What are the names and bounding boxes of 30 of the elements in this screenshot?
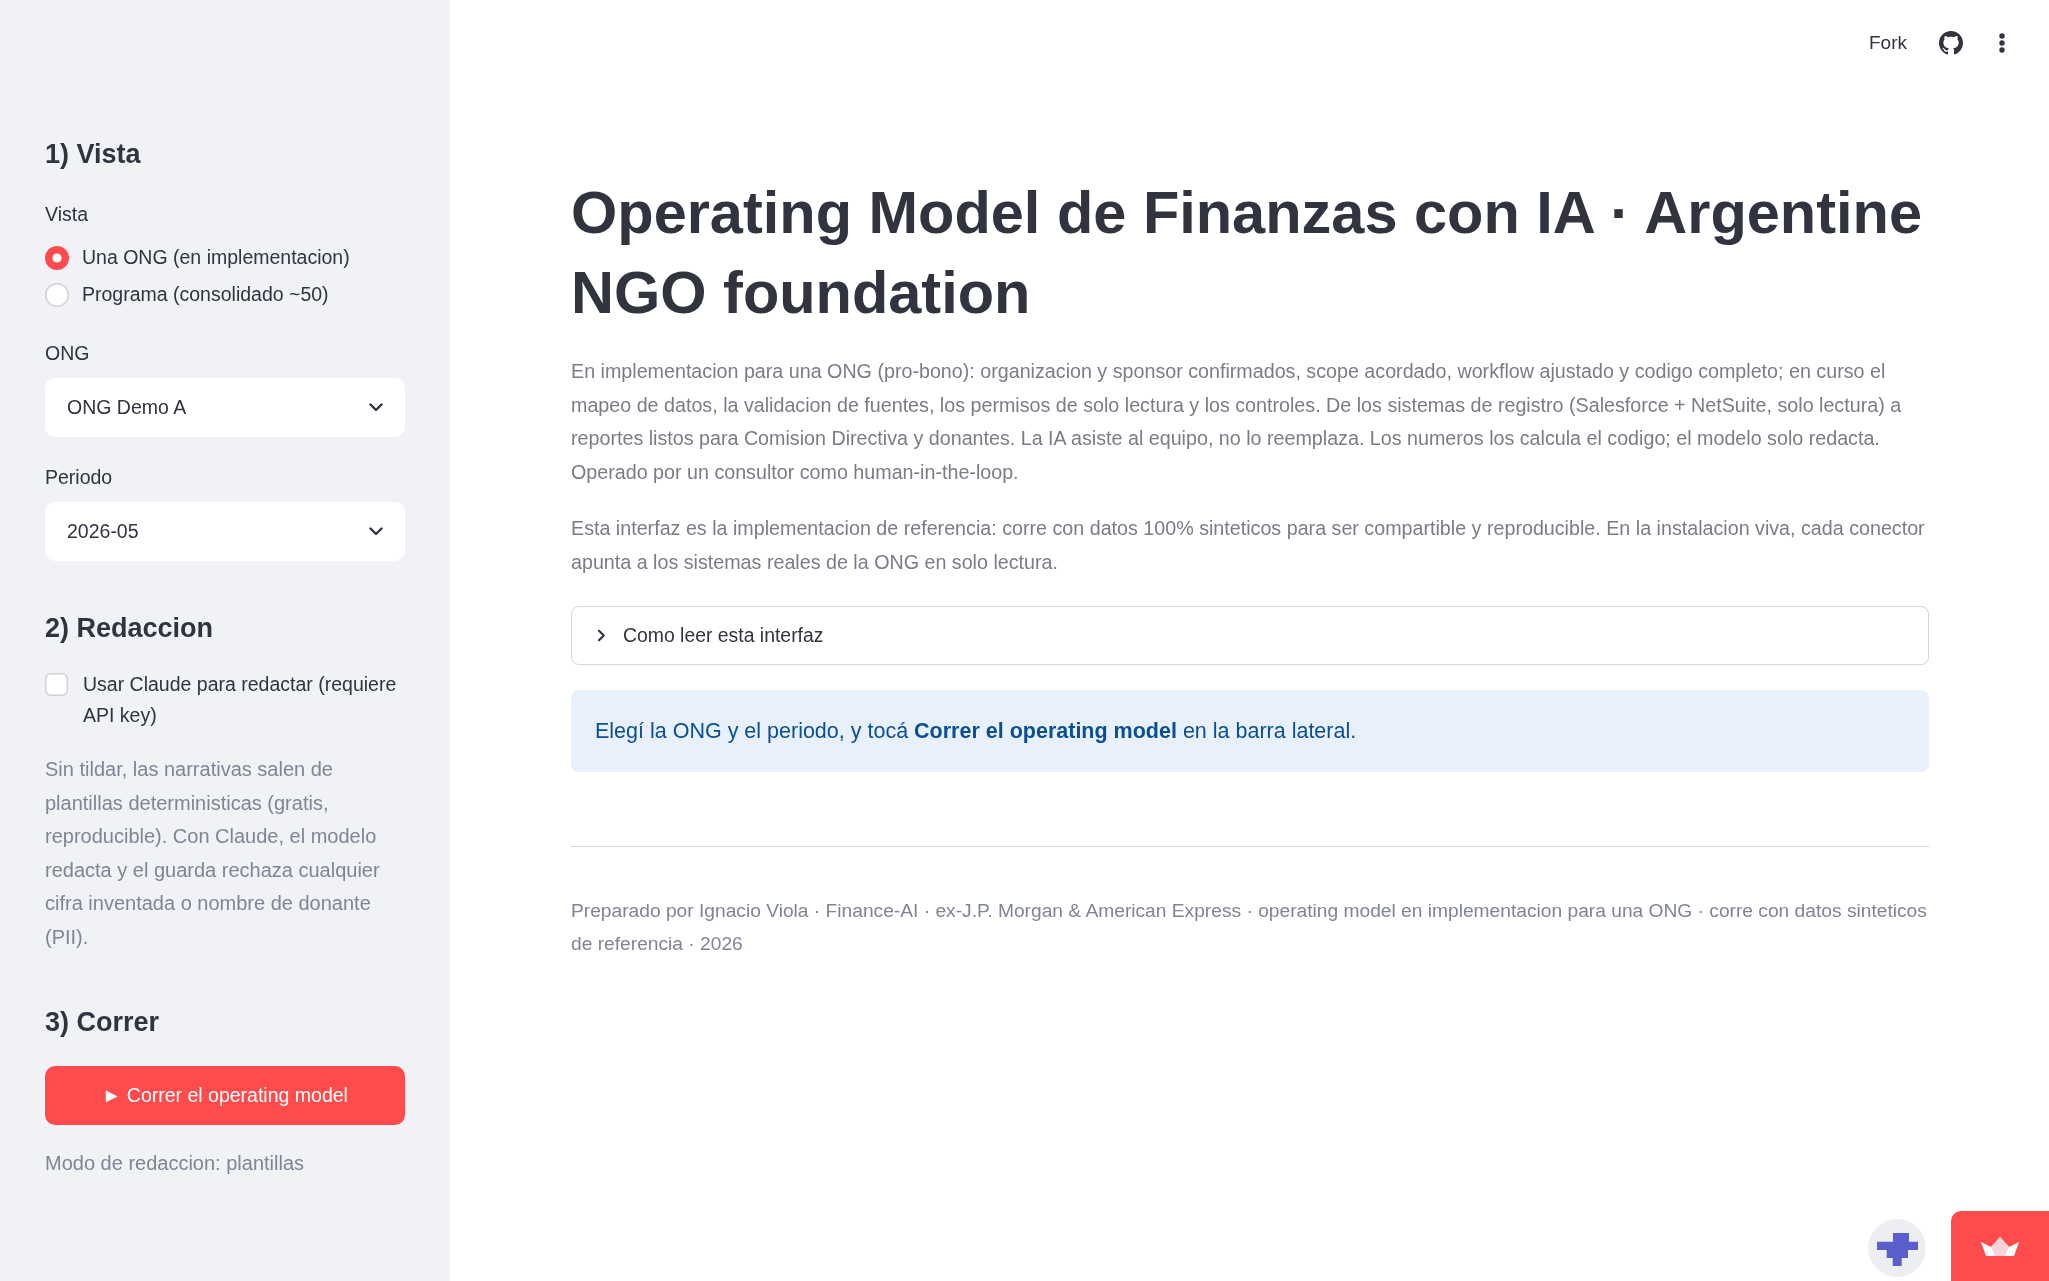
info-message: Elegí la ONG y el periodo, y tocá Correr el operating model en la barra lateral. <box>571 690 1929 772</box>
fork-link[interactable]: Fork <box>1869 32 1907 54</box>
menu-icon[interactable] <box>1999 33 2005 53</box>
caption-text: Modo de redaccion: plantillas <box>45 1150 306 1176</box>
github-icon[interactable] <box>1939 31 1963 55</box>
radio-icon[interactable] <box>45 282 69 307</box>
caption-text: Sin tildar, las narrativas salen de plantillas deterministicas (gratis, reproducible). Con Claude, el modelo redacta y el guarda rechaza cualquier cifra inventada o nombre de donante (PII). <box>45 757 381 950</box>
intro-paragraph: En implementacion para una ONG (pro-bono): organizacion y sponsor confirmados, scope acordado, workflow ajustado y codigo completo; en curso el mapeo de datos, la validacion de fuentes, los permisos de solo lectura y los controles. De los sistemas de registro (Salesforce + NetSuite, solo lectura) a reportes listos para Comision Directiva y donantes. La IA asiste al equipo, no lo reemplaza. Los numeros los calcula el codigo; el modelo solo redacta. Operado por un consultor como human-in-the-loop. <box>571 359 1903 485</box>
section-heading: 1) Vista <box>45 138 141 170</box>
chevron-down-icon <box>369 403 383 412</box>
intro-paragraph: Esta interfaz es la implementacion de referencia: corre con datos 100% sinteticos para ser compartible y reproducible. En la instalacion viva, cada conector apunta a los sistemas reales de la ONG en solo lectura. <box>571 516 1926 575</box>
field-label: Vista <box>45 202 88 226</box>
field-label: Periodo <box>45 465 113 489</box>
floating-tab-button[interactable] <box>1951 1211 2049 1281</box>
checkbox-icon[interactable] <box>45 673 68 696</box>
pixel-cross-icon[interactable] <box>1868 1219 1926 1277</box>
dropdown[interactable]: 2026-05 <box>45 502 405 561</box>
crown-icon <box>1981 1236 2019 1256</box>
checkbox-option[interactable]: Usar Claude para redactar (requiere API key) <box>45 669 405 731</box>
expander-toggle[interactable]: Como leer esta interfaz <box>571 606 1929 665</box>
dropdown[interactable]: ONG Demo A <box>45 378 405 437</box>
radio-option[interactable]: Una ONG (en implementacion) <box>45 239 350 276</box>
radio-option[interactable]: Programa (consolidado ~50) <box>45 276 329 313</box>
field-label: ONG <box>45 341 90 365</box>
section-heading: 2) Redaccion <box>45 612 214 644</box>
page-title: Operating Model de Finanzas con IA · Argentine NGO foundation <box>571 178 1923 328</box>
radio-icon[interactable] <box>45 245 69 270</box>
section-heading: 3) Correr <box>45 1005 160 1038</box>
footer-text: Preparado por Ignacio Viola · Finance-AI · ex-J.P. Morgan & American Express · operating model en implementacion para una ONG · corre con datos sinteticos de referencia · 2026 <box>571 899 1928 956</box>
chevron-down-icon <box>369 527 383 536</box>
